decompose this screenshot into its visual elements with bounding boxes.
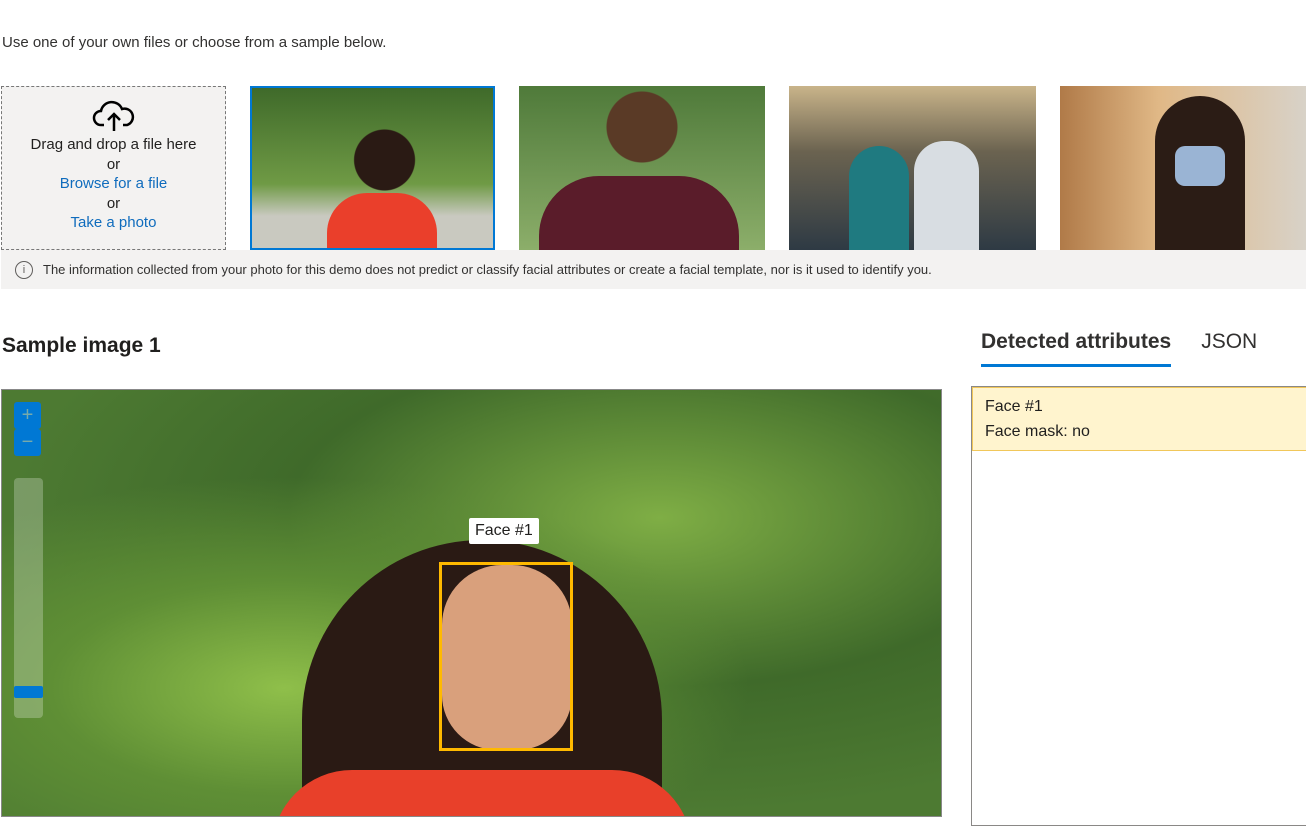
zoom-slider[interactable]: [14, 478, 43, 718]
sample-thumbnail-4[interactable]: [1060, 86, 1306, 250]
browse-file-link[interactable]: Browse for a file: [2, 174, 225, 194]
or-text: or: [106, 194, 121, 212]
file-drop-zone[interactable]: Drag and drop a file here or Browse for …: [1, 86, 226, 250]
privacy-notice-text: The information collected from your phot…: [43, 262, 932, 277]
zoom-slider-handle[interactable]: [14, 686, 43, 698]
info-icon: i: [15, 260, 33, 279]
take-photo-link[interactable]: Take a photo: [2, 213, 225, 233]
tab-detected-attributes[interactable]: Detected attributes: [981, 330, 1172, 367]
viewer-title: Sample image 1: [2, 334, 161, 357]
person-shirt: [272, 770, 692, 816]
sample-thumbnail-1[interactable]: [250, 86, 495, 250]
face-bounding-box[interactable]: [439, 562, 573, 751]
tab-json[interactable]: JSON: [1201, 330, 1257, 367]
results-panel: Face #1 Face mask: no: [971, 386, 1306, 826]
face-mask-attribute: Face mask: no: [985, 423, 1090, 440]
face-id: Face #1: [985, 398, 1043, 415]
sample-thumbnail-2[interactable]: [519, 86, 765, 250]
cloud-upload-icon: [2, 99, 225, 135]
zoom-in-button[interactable]: +: [14, 402, 41, 429]
face-label: Face #1: [469, 518, 539, 544]
intro-text: Use one of your own files or choose from…: [2, 34, 387, 51]
image-viewer[interactable]: Face #1 + −: [1, 389, 942, 817]
sample-thumbnail-3[interactable]: [789, 86, 1036, 250]
or-text: or: [106, 155, 121, 173]
privacy-notice: i The information collected from your ph…: [1, 250, 1306, 289]
results-tabs: Detected attributes JSON: [981, 330, 1257, 367]
drag-drop-text: Drag and drop a file here: [30, 136, 197, 153]
face-result-item[interactable]: Face #1 Face mask: no: [972, 387, 1306, 451]
zoom-out-button[interactable]: −: [14, 429, 41, 456]
